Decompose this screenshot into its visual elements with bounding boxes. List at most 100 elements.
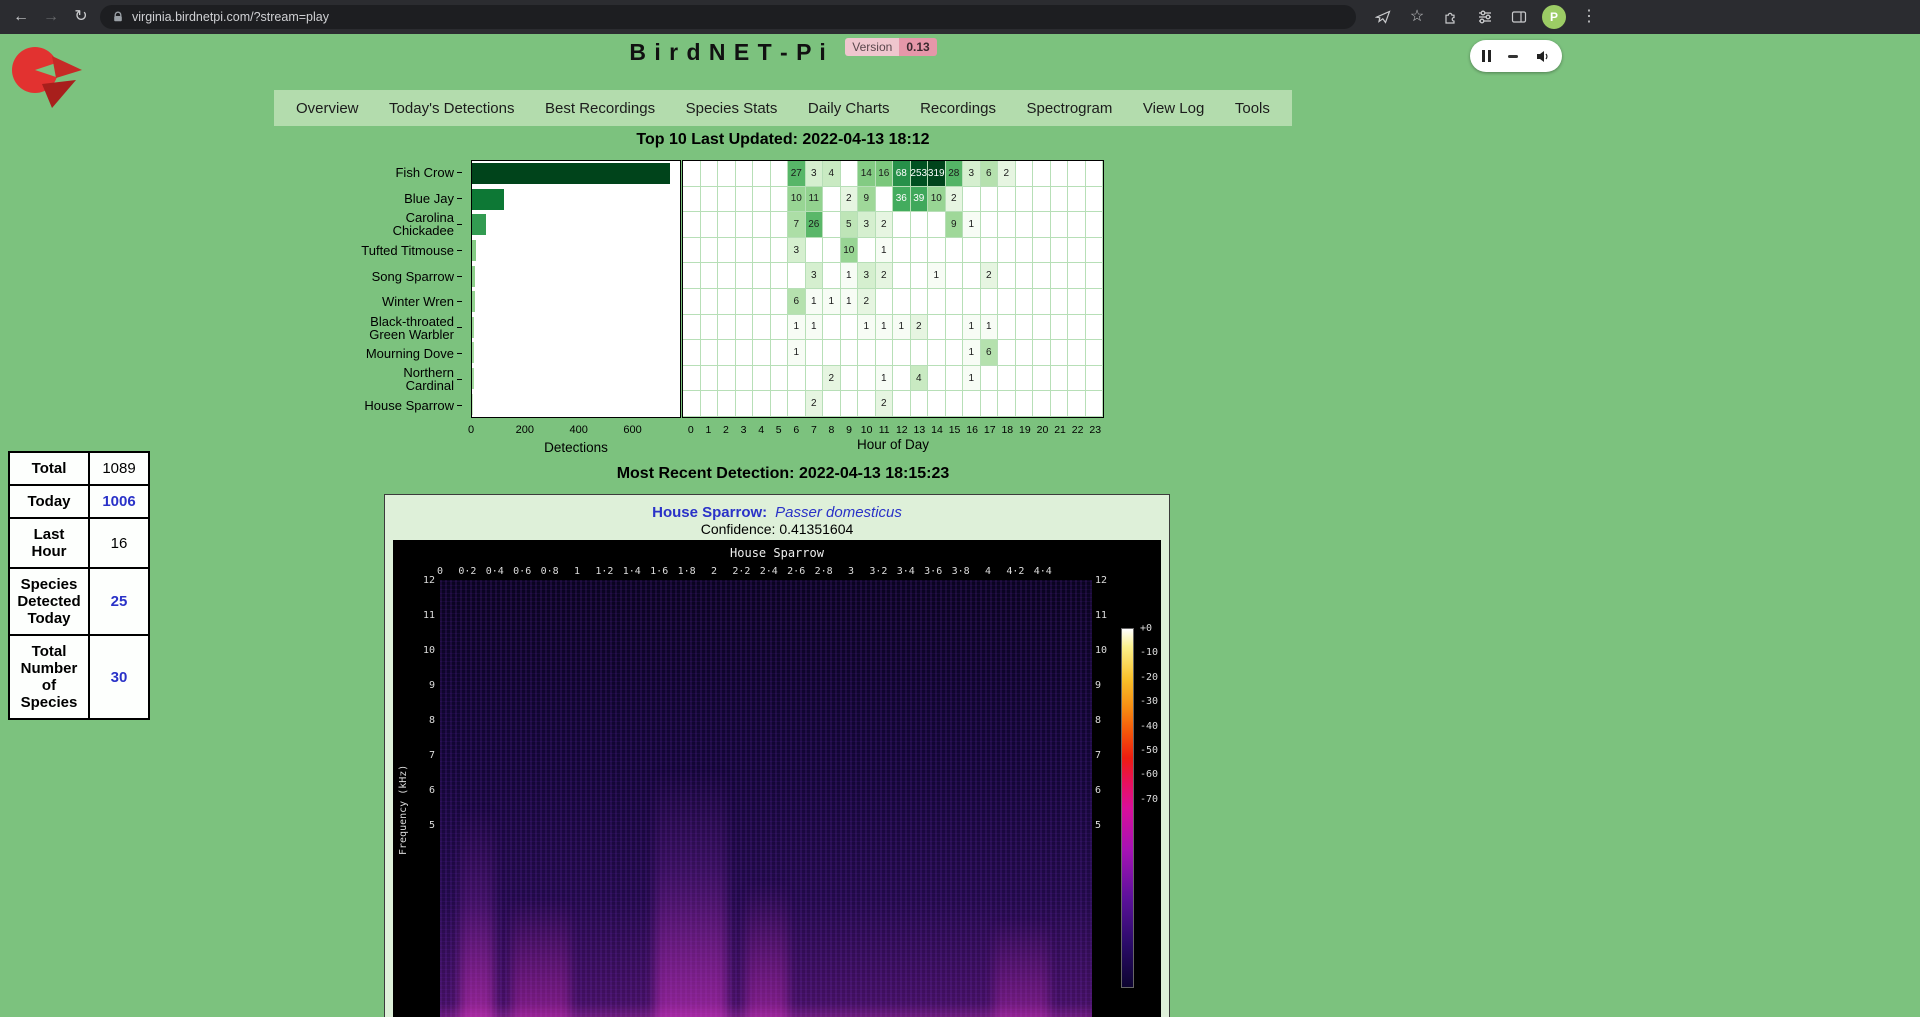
- spec-x-tick: 1·8: [678, 566, 696, 577]
- bar: [472, 394, 473, 415]
- nav-item-today-s-detections[interactable]: Today's Detections: [375, 90, 528, 126]
- spec-y-tick: 12: [1095, 575, 1129, 586]
- heatmap-cell: [911, 340, 929, 366]
- stat-value: 16: [89, 518, 149, 568]
- nav-item-view-log[interactable]: View Log: [1129, 90, 1218, 126]
- heatmap-cell: [1086, 212, 1104, 238]
- bar-row: [472, 315, 680, 341]
- heatmap-cell: [963, 391, 981, 417]
- heatmap-cell: 68: [893, 161, 911, 187]
- heatmap-cell: [841, 315, 859, 341]
- heatmap-cell: [753, 212, 771, 238]
- heatmap-cell: 3: [806, 161, 824, 187]
- nav-item-recordings[interactable]: Recordings: [906, 90, 1010, 126]
- heatmap-cell: [1016, 187, 1034, 213]
- profile-avatar[interactable]: P: [1542, 5, 1566, 29]
- heatmap-cell: [806, 366, 824, 392]
- stat-label: Today: [9, 485, 89, 518]
- heatmap-cell: [963, 187, 981, 213]
- heatmap-cell: 1: [963, 340, 981, 366]
- heatmap-cell: [788, 263, 806, 289]
- stat-value[interactable]: 30: [89, 635, 149, 719]
- heatmap-cell: [1033, 289, 1051, 315]
- reload-icon[interactable]: ↻: [70, 6, 92, 28]
- version-badge[interactable]: Version0.13: [845, 38, 936, 56]
- heatmap-cell: [1016, 366, 1034, 392]
- spec-x-tick: 2·6: [787, 566, 805, 577]
- back-icon[interactable]: ←: [10, 6, 32, 28]
- heatmap-cell: [736, 391, 754, 417]
- heatmap-cell: [911, 391, 929, 417]
- nav-item-overview[interactable]: Overview: [282, 90, 373, 126]
- forward-icon[interactable]: →: [40, 6, 62, 28]
- nav-item-species-stats[interactable]: Species Stats: [672, 90, 792, 126]
- address-bar[interactable]: virginia.birdnetpi.com/?stream=play: [100, 5, 1356, 29]
- heatmap-cell: [771, 289, 789, 315]
- bar: [472, 163, 670, 184]
- pause-icon[interactable]: [1482, 50, 1491, 62]
- hour-tick-label: 10: [858, 424, 876, 436]
- heatmap-cell: 11: [806, 187, 824, 213]
- heatmap-cell: [1068, 161, 1086, 187]
- species-label-row: Northern Cardinal: [328, 366, 462, 392]
- nav-item-best-recordings[interactable]: Best Recordings: [531, 90, 669, 126]
- extensions-puzzle-icon[interactable]: [1440, 6, 1462, 28]
- heatmap-cell: 9: [946, 212, 964, 238]
- hour-tick-label: 17: [981, 424, 999, 436]
- heatmap-cell: 1: [841, 289, 859, 315]
- species-label: Northern Cardinal: [403, 366, 454, 392]
- spec-x-tick: 2·2: [732, 566, 750, 577]
- send-icon[interactable]: [1372, 6, 1394, 28]
- heatmap-cell: [876, 340, 894, 366]
- spec-x-tick: 2: [711, 566, 717, 577]
- species-label-row: Carolina Chickadee: [328, 211, 462, 237]
- heatmap-cell: [1051, 263, 1069, 289]
- spectrogram-image: [440, 580, 1092, 1017]
- heatmap-cell: 1: [788, 315, 806, 341]
- stat-value[interactable]: 25: [89, 568, 149, 635]
- menu-kebab-icon[interactable]: ⋮: [1578, 6, 1600, 28]
- heatmap-cell: [1068, 391, 1086, 417]
- heatmap-cell: [753, 289, 771, 315]
- species-label: House Sparrow: [364, 399, 454, 412]
- stats-table-body: Total1089Today1006Last Hour16Species Det…: [9, 452, 149, 719]
- nav-item-tools[interactable]: Tools: [1221, 90, 1284, 126]
- colorbar-tick: -10: [1140, 647, 1158, 658]
- species-label-row: Tufted Titmouse: [328, 237, 462, 263]
- stat-value[interactable]: 1006: [89, 485, 149, 518]
- heatmap-cell: [718, 391, 736, 417]
- heatmap-cell: [1033, 366, 1051, 392]
- heatmap-cell: [981, 391, 999, 417]
- heatmap-cell: [1051, 340, 1069, 366]
- heatmap-cell: 1: [823, 289, 841, 315]
- nav-item-spectrogram[interactable]: Spectrogram: [1012, 90, 1126, 126]
- spec-x-tick: 0: [437, 566, 443, 577]
- heatmap-cell: [1033, 161, 1051, 187]
- spec-x-tick: 2·8: [815, 566, 833, 577]
- hour-tick-label: 13: [911, 424, 929, 436]
- bar-row: [472, 212, 680, 238]
- heatmap-cell: 1: [858, 315, 876, 341]
- heatmap-cell: [771, 366, 789, 392]
- nav-item-daily-charts[interactable]: Daily Charts: [794, 90, 904, 126]
- side-panel-icon[interactable]: [1508, 6, 1530, 28]
- species-common-name[interactable]: House Sparrow:: [652, 504, 767, 521]
- heatmap-cell: [823, 212, 841, 238]
- colorbar-tick: -50: [1140, 745, 1158, 756]
- heatmap-cell: [946, 340, 964, 366]
- heatmap-cell: [1016, 238, 1034, 264]
- heatmap-cell: 3: [963, 161, 981, 187]
- heatmap-cell: [683, 238, 701, 264]
- hour-tick-label: 19: [1016, 424, 1034, 436]
- colorbar-tick: -70: [1140, 794, 1158, 805]
- heatmap-cell: [823, 187, 841, 213]
- tune-sliders-icon[interactable]: [1474, 6, 1496, 28]
- spec-x-tick: 0·2: [458, 566, 476, 577]
- volume-icon[interactable]: [1535, 49, 1550, 64]
- detections-axis-title: Detections: [471, 440, 681, 455]
- x-tick-label: 0: [468, 424, 474, 436]
- x-tick-label: 600: [623, 424, 641, 436]
- heatmap-cell: [946, 263, 964, 289]
- seek-bar-icon[interactable]: [1508, 55, 1518, 58]
- bookmark-star-icon[interactable]: ☆: [1406, 6, 1428, 28]
